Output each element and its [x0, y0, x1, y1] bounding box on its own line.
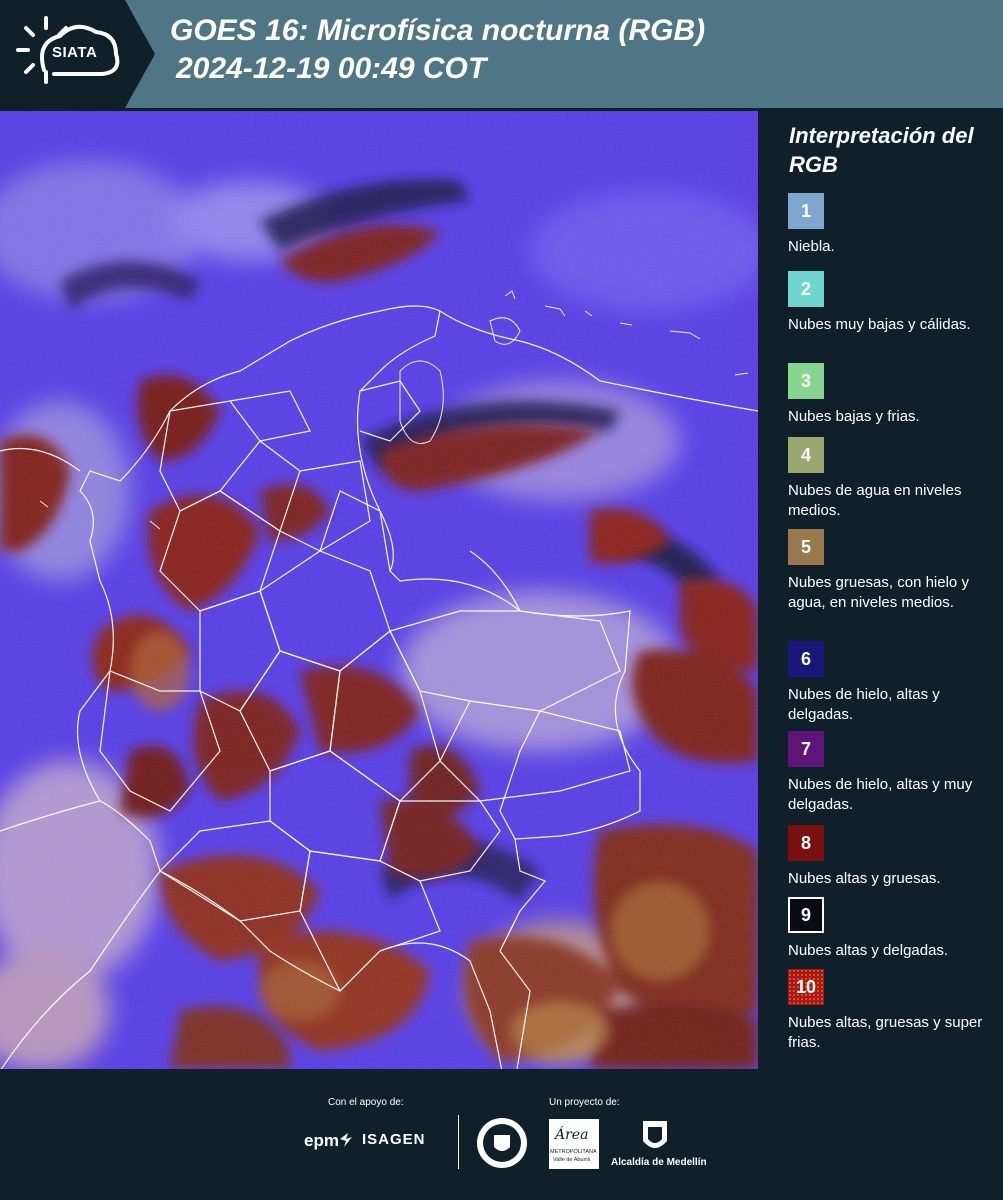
isagen-logo[interactable]: ISAGEN — [362, 1131, 426, 1148]
legend-item-5: 5 Nubes gruesas, con hielo y agua, en ni… — [788, 529, 993, 613]
project-caption: Un proyecto de: — [549, 1097, 620, 1108]
epm-logo[interactable]: epm — [304, 1131, 339, 1151]
legend-swatch-3: 3 — [788, 363, 824, 399]
legend-item-8: 8 Nubes altas y gruesas. — [788, 825, 993, 889]
legend-swatch-8: 8 — [788, 825, 824, 861]
legend-label-1: Niebla. — [788, 238, 835, 255]
satellite-image — [0, 111, 758, 1069]
legend-label-9: Nubes altas y delgadas. — [788, 942, 949, 959]
legend-label-4: Nubes de agua en niveles medios. — [788, 482, 962, 519]
support-caption: Con el apoyo de: — [328, 1097, 404, 1108]
legend-label-10: Nubes altas, gruesas y super frias. — [788, 1014, 983, 1051]
legend-label-8: Nubes altas y gruesas. — [788, 870, 941, 887]
legend-label-2: Nubes muy bajas y cálidas. — [788, 316, 971, 333]
legend-item-1: 1 Niebla. — [788, 193, 993, 257]
legend-title: Interpretación del RGB — [789, 123, 974, 177]
legend-label-5: Nubes gruesas, con hielo y agua, en nive… — [788, 574, 969, 611]
legend-item-7: 7 Nubes de hielo, altas y muy delgadas. — [788, 731, 993, 815]
area-metropolitana-logo[interactable]: Área METROPOLITANA Valle de Aburrá — [549, 1119, 599, 1169]
legend-panel: Interpretación del RGB 1 Niebla. 2 Nubes… — [760, 111, 1003, 1069]
logo-text: SIATA — [52, 44, 98, 61]
page-title: GOES 16: Microfísica nocturna (RGB) — [170, 14, 706, 47]
legend-item-6: 6 Nubes de hielo, altas y delgadas. — [788, 641, 993, 725]
legend-swatch-5: 5 — [788, 529, 824, 565]
legend-label-7: Nubes de hielo, altas y muy delgadas. — [788, 776, 973, 813]
area-valle-text: Valle de Aburrá — [553, 1157, 591, 1163]
legend-swatch-4: 4 — [788, 437, 824, 473]
legend-swatch-2: 2 — [788, 271, 824, 307]
legend-swatch-7: 7 — [788, 731, 824, 767]
seal-logo-icon[interactable] — [476, 1117, 528, 1169]
satellite-map[interactable] — [0, 111, 758, 1069]
area-script: Área — [555, 1127, 589, 1143]
legend-swatch-10: 10 — [788, 969, 824, 1005]
siata-logo[interactable]: SIATA — [0, 0, 155, 108]
legend-item-3: 3 Nubes bajas y frias. — [788, 363, 993, 427]
header-banner: SIATA GOES 16: Microfísica nocturna (RGB… — [0, 0, 1003, 108]
isagen-logo-icon — [340, 1133, 352, 1147]
legend-item-9: 9 Nubes altas y delgadas. — [788, 897, 993, 961]
legend-item-10: 10 Nubes altas, gruesas y super frias. — [788, 969, 993, 1053]
legend-item-2: 2 Nubes muy bajas y cálidas. — [788, 271, 993, 335]
legend-swatch-1: 1 — [788, 193, 824, 229]
footer: Con el apoyo de: Un proyecto de: epm ISA… — [0, 1069, 1003, 1200]
footer-divider — [458, 1115, 459, 1169]
page-timestamp: 2024-12-19 00:49 COT — [176, 52, 487, 85]
legend-swatch-9: 9 — [788, 897, 824, 933]
legend-swatch-6: 6 — [788, 641, 824, 677]
legend-label-6: Nubes de hielo, altas y delgadas. — [788, 686, 940, 723]
legend-label-3: Nubes bajas y frias. — [788, 408, 920, 425]
alcaldia-logo[interactable]: Alcaldía de Medellín — [611, 1157, 707, 1168]
area-metropolitana-text: METROPOLITANA — [550, 1149, 597, 1155]
legend-item-4: 4 Nubes de agua en niveles medios. — [788, 437, 993, 521]
alcaldia-shield-icon — [643, 1121, 667, 1148]
